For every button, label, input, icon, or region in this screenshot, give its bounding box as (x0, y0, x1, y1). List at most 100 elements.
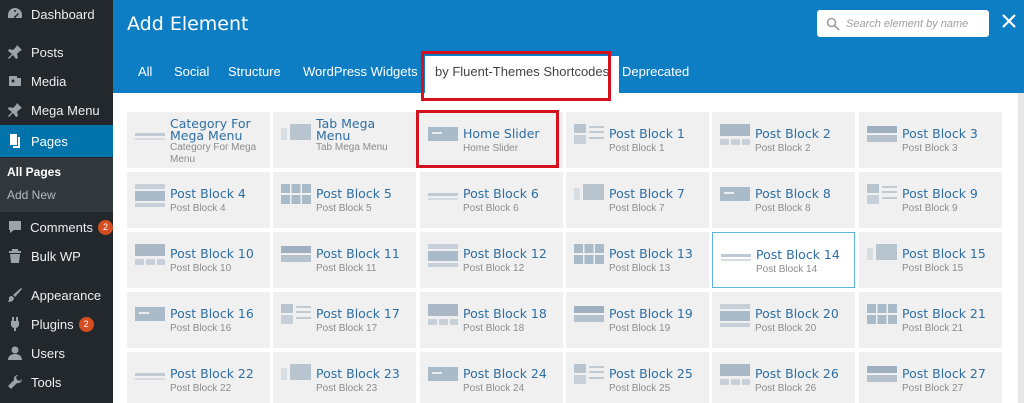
element-card[interactable]: Post Block 21 Post Block 21 (859, 292, 1002, 348)
element-thumbnail-icon (135, 364, 165, 388)
search-box[interactable] (817, 10, 989, 37)
element-name: Post Block 16 (170, 306, 254, 321)
element-thumbnail-icon (428, 124, 458, 148)
sidebar-item-users[interactable]: Users (0, 339, 113, 367)
element-card[interactable]: Post Block 2 Post Block 2 (712, 112, 855, 168)
element-description: Tab Mega Menu (316, 142, 388, 153)
close-button[interactable] (998, 12, 1020, 34)
sidebar-item-comments[interactable]: Comments 2 (0, 213, 113, 241)
sidebar-item-bulk-wp[interactable]: Bulk WP (0, 242, 113, 270)
element-description: Post Block 6 (463, 203, 519, 214)
element-thumbnail-icon (867, 124, 897, 148)
element-name: Post Block 22 (170, 366, 254, 381)
element-card[interactable]: Post Block 27 Post Block 27 (859, 352, 1002, 403)
element-description: Post Block 14 (756, 264, 818, 275)
submenu-item-all-pages[interactable]: All Pages (7, 165, 61, 179)
dashboard-icon (5, 4, 25, 24)
modal-scrollbar[interactable] (1018, 93, 1024, 403)
element-thumbnail-icon (721, 245, 751, 269)
element-card[interactable]: Post Block 3 Post Block 3 (859, 112, 1002, 168)
element-description: Post Block 27 (902, 383, 964, 394)
sidebar-item-mega-menu[interactable]: Mega Menu (0, 96, 113, 124)
element-description: Post Block 10 (170, 263, 232, 274)
element-card[interactable]: Home Slider Home Slider (420, 112, 563, 168)
sidebar-item-pages[interactable]: Pages (0, 125, 113, 157)
category-tabs: All Social Structure WordPress Widgets b… (113, 50, 1024, 93)
element-description: Post Block 26 (755, 383, 817, 394)
element-thumbnail-icon (135, 304, 165, 328)
element-card[interactable]: Post Block 8 Post Block 8 (712, 172, 855, 228)
tab-structure[interactable]: Structure (228, 50, 281, 93)
element-card[interactable]: Post Block 14 Post Block 14 (712, 232, 855, 288)
element-card[interactable]: Post Block 22 Post Block 22 (127, 352, 270, 403)
plugins-count-badge: 2 (78, 316, 94, 332)
element-card[interactable]: Post Block 10 Post Block 10 (127, 232, 270, 288)
element-card[interactable]: Post Block 13 Post Block 13 (566, 232, 709, 288)
element-card[interactable]: Post Block 17 Post Block 17 (273, 292, 416, 348)
search-icon (826, 17, 840, 31)
tab-social[interactable]: Social (174, 50, 209, 93)
sidebar-item-posts[interactable]: Posts (0, 38, 113, 66)
element-thumbnail-icon (720, 364, 750, 388)
element-card[interactable]: Post Block 7 Post Block 7 (566, 172, 709, 228)
sidebar-item-media[interactable]: Media (0, 67, 113, 95)
sidebar-item-label: Posts (31, 44, 64, 60)
element-card[interactable]: Post Block 12 Post Block 12 (420, 232, 563, 288)
element-thumbnail-icon (867, 184, 897, 208)
element-card[interactable]: Post Block 26 Post Block 26 (712, 352, 855, 403)
sidebar-item-label: Mega Menu (31, 102, 100, 118)
element-name: Post Block 9 (902, 186, 978, 201)
element-description: Post Block 24 (463, 383, 525, 394)
element-thumbnail-icon (135, 244, 165, 268)
sidebar-item-plugins[interactable]: Plugins 2 (0, 310, 113, 338)
tab-fluent-themes-shortcodes[interactable]: by Fluent-Themes Shortcodes (425, 56, 620, 93)
element-thumbnail-icon (574, 124, 604, 148)
element-card[interactable]: Post Block 5 Post Block 5 (273, 172, 416, 228)
element-name: Post Block 2 (755, 126, 831, 141)
element-card[interactable]: Tab Mega Menu Tab Mega Menu (273, 112, 416, 168)
element-thumbnail-icon (281, 124, 311, 148)
search-input[interactable] (846, 17, 986, 30)
trash-icon (5, 246, 25, 266)
element-name: Post Block 27 (902, 366, 986, 381)
element-card[interactable]: Post Block 23 Post Block 23 (273, 352, 416, 403)
element-description: Post Block 16 (170, 323, 232, 334)
element-thumbnail-icon (281, 184, 311, 208)
element-card[interactable]: Post Block 11 Post Block 11 (273, 232, 416, 288)
element-card[interactable]: Post Block 6 Post Block 6 (420, 172, 563, 228)
element-card[interactable]: Post Block 18 Post Block 18 (420, 292, 563, 348)
sidebar-item-label: Comments (30, 219, 93, 235)
element-description: Post Block 25 (609, 383, 671, 394)
submenu-item-add-new[interactable]: Add New (7, 188, 56, 202)
element-thumbnail-icon (428, 304, 458, 328)
element-thumbnail-icon (720, 304, 750, 328)
element-card[interactable]: Post Block 20 Post Block 20 (712, 292, 855, 348)
element-name: Post Block 10 (170, 246, 254, 261)
tab-all[interactable]: All (138, 50, 152, 93)
element-card[interactable]: Post Block 15 Post Block 15 (859, 232, 1002, 288)
element-description: Post Block 12 (463, 263, 525, 274)
element-card[interactable]: Category For Mega Menu Category For Mega … (127, 112, 270, 168)
tab-deprecated[interactable]: Deprecated (622, 50, 689, 93)
element-description: Post Block 8 (755, 203, 811, 214)
element-card[interactable]: Post Block 19 Post Block 19 (566, 292, 709, 348)
sidebar-item-label: Bulk WP (31, 248, 81, 264)
element-name: Home Slider (463, 126, 540, 141)
sidebar-item-appearance[interactable]: Appearance (0, 281, 113, 309)
plug-icon (5, 314, 25, 334)
element-card[interactable]: Post Block 4 Post Block 4 (127, 172, 270, 228)
tab-wordpress-widgets[interactable]: WordPress Widgets (303, 50, 418, 93)
wrench-icon (5, 372, 25, 392)
element-card[interactable]: Post Block 25 Post Block 25 (566, 352, 709, 403)
element-thumbnail-icon (574, 244, 604, 268)
element-name: Post Block 26 (755, 366, 839, 381)
element-card[interactable]: Post Block 9 Post Block 9 (859, 172, 1002, 228)
sidebar-item-dashboard[interactable]: Dashboard (0, 0, 113, 28)
element-thumbnail-icon (574, 364, 604, 388)
element-card[interactable]: Post Block 16 Post Block 16 (127, 292, 270, 348)
sidebar-item-tools[interactable]: Tools (0, 368, 113, 396)
element-thumbnail-icon (428, 184, 458, 208)
element-card[interactable]: Post Block 1 Post Block 1 (566, 112, 709, 168)
element-card[interactable]: Post Block 24 Post Block 24 (420, 352, 563, 403)
comment-icon (5, 217, 24, 237)
